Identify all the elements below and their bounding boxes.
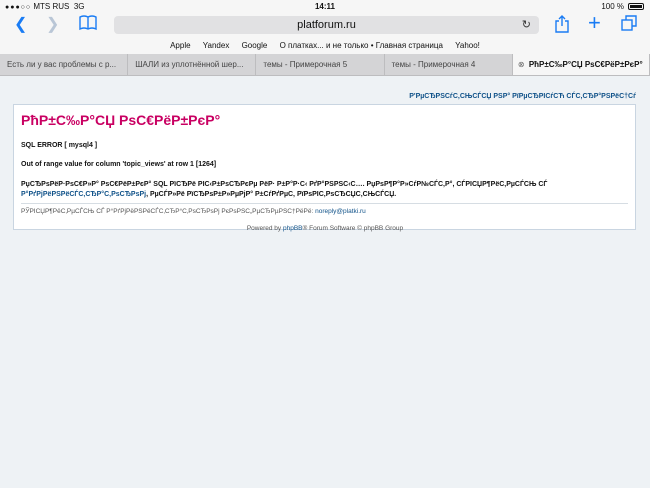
tab-bar: Есть ли у вас проблемы с р... ШАЛИ из уп… <box>0 54 650 76</box>
error-message-tail: , РµСЃР»Рё РїСЂРѕР±Р»РµРјР° Р±СѓРґРµС‚ Р… <box>146 191 397 198</box>
error-panel: РћР±С‰Р°СЏ РѕС€РёР±РєР° SQL ERROR [ mysq… <box>13 104 636 230</box>
page-footer: Powered by phpBB® Forum Software © phpBB… <box>0 225 650 232</box>
tabs-icon[interactable] <box>621 15 637 37</box>
sql-error-label: SQL ERROR [ mysql4 ] <box>21 142 98 149</box>
active-tab-label: РћР±С‰Р°СЏ РѕС€РёР±РєР° <box>528 60 643 69</box>
bookmark-item[interactable]: Yahoo! <box>455 41 480 50</box>
error-message-text: РџСЂРѕРёР·РѕС€Р»Р° РѕС€РёР±РєР° SQL РїСЂ… <box>21 181 548 188</box>
browser-toolbar: ❮ ❯ platforum.ru ↻ + <box>0 12 650 39</box>
bookmark-item[interactable]: Yandex <box>203 41 230 50</box>
forward-icon[interactable]: ❯ <box>46 15 59 35</box>
back-icon[interactable]: ❮ <box>14 15 27 35</box>
contact-line: РЎРІСЏР¶РёС‚РµСЃСЊ СЃ Р°РґРјРёРЅРёСЃС‚СЂ… <box>21 208 366 215</box>
bookmark-item[interactable]: Google <box>242 41 268 50</box>
favorites-bar: Apple Yandex Google О платках... и не то… <box>0 37 650 54</box>
bookmarks-icon[interactable] <box>79 15 97 37</box>
admin-link[interactable]: Р°РґРјРёРЅРёСЃС‚СЂР°С‚РѕСЂРѕРј <box>21 191 146 198</box>
clock: 14:11 <box>314 2 336 11</box>
sql-error-detail: Out of range value for column 'topic_vie… <box>21 161 217 168</box>
bookmark-item[interactable]: Apple <box>170 41 190 50</box>
battery-percent: 100 % <box>601 2 624 11</box>
browser-tab[interactable]: ШАЛИ из уплотнённой шер... <box>128 54 257 75</box>
battery-icon <box>628 3 644 10</box>
bookmark-item[interactable]: О платках... и не только • Главная стран… <box>280 41 443 50</box>
share-icon[interactable] <box>555 15 569 39</box>
reload-icon[interactable]: ↻ <box>522 18 531 31</box>
status-bar: ●●●○○ MTS RUS 3G 14:11 100 % <box>0 0 650 13</box>
footer-suffix: ® Forum Software © phpBB Group <box>302 225 404 232</box>
page-title: РћР±С‰Р°СЏ РѕС€РёР±РєР° <box>21 112 221 128</box>
browser-tab-active[interactable]: ⊗ РћР±С‰Р°СЏ РѕС€РёР±РєР° <box>512 54 650 75</box>
contact-label: РЎРІСЏР¶РёС‚РµСЃСЊ СЃ Р°РґРјРёРЅРёСЃС‚СЂ… <box>21 208 316 215</box>
footer-prefix: Powered by <box>246 225 283 232</box>
phpbb-link[interactable]: phpBB <box>283 225 303 232</box>
web-page: Р'РµСЂРЅСѓС‚СЊСЃСЏ РЅР° РїРµСЂРІСѓСЋ СЃС… <box>0 76 650 488</box>
new-tab-icon[interactable]: + <box>588 12 601 34</box>
divider <box>21 203 628 204</box>
contact-email-link[interactable]: noreply@platki.ru <box>315 208 366 215</box>
error-message: РџСЂРѕРёР·РѕС€Р»Р° РѕС€РёР±РєР° SQL РїСЂ… <box>21 180 626 200</box>
address-bar[interactable]: platforum.ru ↻ <box>114 16 539 34</box>
close-tab-icon[interactable]: ⊗ <box>518 54 525 75</box>
browser-tab[interactable]: темы - Примерочная 4 <box>385 54 513 75</box>
top-nav-link[interactable]: Р'РµСЂРЅСѓС‚СЊСЃСЏ РЅР° РїРµСЂРІСѓСЋ СЃС… <box>409 93 636 100</box>
battery-status: 100 % <box>601 2 644 11</box>
browser-tab[interactable]: темы - Примерочная 5 <box>256 54 385 75</box>
url-text: platforum.ru <box>297 19 356 31</box>
browser-tab[interactable]: Есть ли у вас проблемы с р... <box>0 54 129 75</box>
